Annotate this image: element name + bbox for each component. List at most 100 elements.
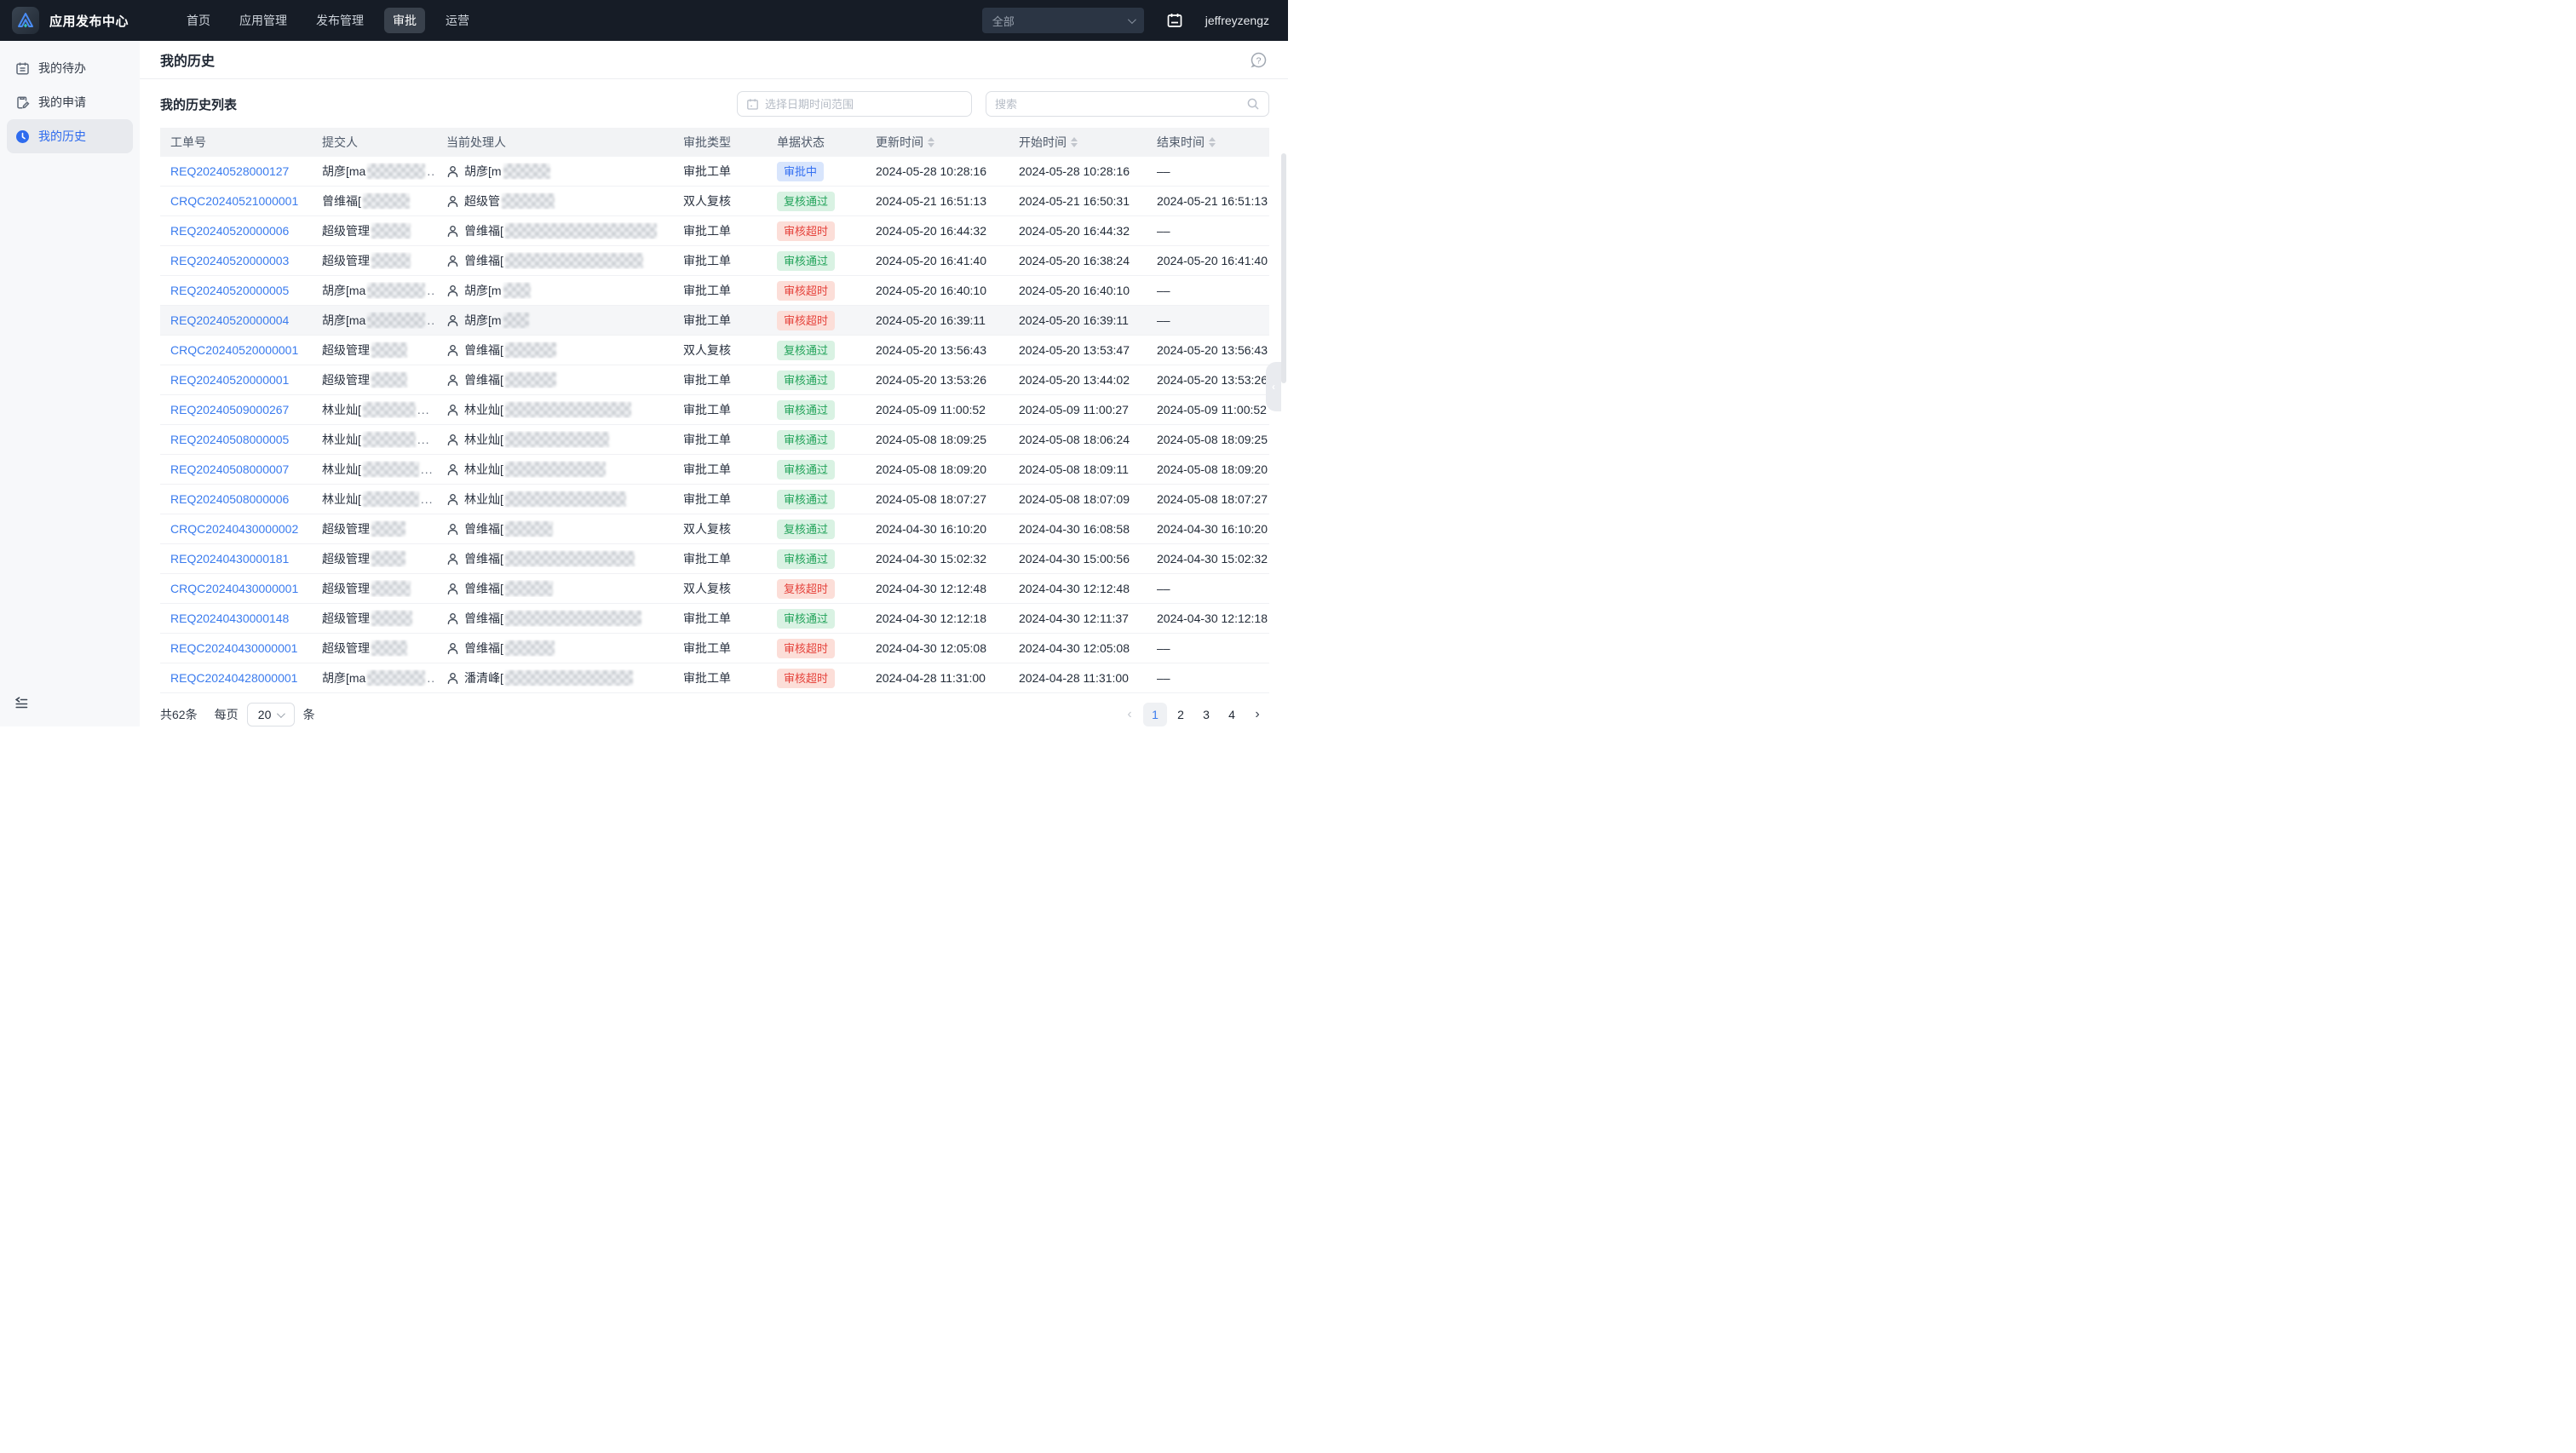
submitter-name: 胡彦[ma — [322, 163, 365, 180]
handler-name: 潘清峰[ — [464, 669, 503, 686]
cell-updated-time: 2024-05-21 16:51:13 — [865, 194, 1009, 208]
app-window: 应用发布中心 首页应用管理发布管理审批运营 全部 jeffreyzengz — [0, 0, 1288, 726]
order-link[interactable]: CRQC20240520000001 — [170, 343, 298, 357]
nav-item-1[interactable]: 应用管理 — [231, 8, 296, 33]
table-row[interactable]: CRQC20240521000001 曾维福[ 超级管 双人复核 复核通过 20… — [160, 187, 1269, 216]
sidebar-item-applications[interactable]: 我的申请 — [7, 85, 133, 119]
scope-select[interactable]: 全部 — [982, 8, 1144, 33]
table-row[interactable]: REQC20240430000001 超级管理 曾维福[ 审批工单 审核超时 2… — [160, 634, 1269, 663]
status-badge: 审核超时 — [777, 311, 835, 330]
handler-name: 胡彦[m — [464, 312, 502, 329]
table-row[interactable]: REQ20240520000004 胡彦[ma.. 胡彦[m 审批工单 审核超时… — [160, 306, 1269, 336]
table-row[interactable]: REQ20240509000267 林业灿[... 林业灿[ 审批工单 审核通过… — [160, 395, 1269, 425]
table-row[interactable]: REQ20240520000003 超级管理 曾维福[ 审批工单 审核通过 20… — [160, 246, 1269, 276]
order-link[interactable]: REQ20240520000001 — [170, 373, 289, 387]
user-icon — [446, 523, 459, 536]
handler-name: 胡彦[m — [464, 282, 502, 299]
redacted-text — [371, 223, 411, 238]
collapse-sidebar-icon[interactable] — [14, 695, 29, 715]
order-link[interactable]: REQC20240430000001 — [170, 641, 297, 655]
order-link[interactable]: REQ20240520000004 — [170, 313, 289, 327]
search-input[interactable] — [995, 98, 1246, 111]
nav-item-2[interactable]: 发布管理 — [308, 8, 372, 33]
sort-icon[interactable] — [928, 137, 934, 147]
next-page-button[interactable]: › — [1245, 703, 1269, 726]
search-icon[interactable] — [1246, 97, 1260, 111]
redacted-text — [505, 640, 555, 656]
ellipsis: .. — [427, 164, 435, 178]
order-link[interactable]: REQ20240528000127 — [170, 164, 289, 178]
cell-submitter: 林业灿[... — [312, 401, 436, 418]
order-link[interactable]: REQ20240520000005 — [170, 284, 289, 297]
sidebar-item-history[interactable]: 我的历史 — [7, 119, 133, 153]
page-button-3[interactable]: 3 — [1194, 703, 1218, 726]
date-range-picker[interactable] — [737, 91, 972, 117]
order-link[interactable]: REQ20240520000003 — [170, 254, 289, 267]
redacted-text — [363, 193, 410, 209]
order-link[interactable]: REQ20240508000006 — [170, 492, 289, 506]
help-icon[interactable]: ? — [1250, 51, 1268, 69]
per-page-label: 每页 — [215, 706, 239, 723]
status-badge: 复核通过 — [777, 520, 835, 539]
table-row[interactable]: REQ20240508000006 林业灿[... 林业灿[ 审批工单 审核通过… — [160, 485, 1269, 514]
order-link[interactable]: REQ20240520000006 — [170, 224, 289, 238]
table-row[interactable]: REQ20240520000006 超级管理 曾维福[ 审批工单 审核超时 20… — [160, 216, 1269, 246]
sort-icon[interactable] — [1209, 137, 1216, 147]
sort-icon[interactable] — [1071, 137, 1078, 147]
table-row[interactable]: REQ20240430000181 超级管理 曾维福[ 审批工单 审核通过 20… — [160, 544, 1269, 574]
order-link[interactable]: REQ20240430000181 — [170, 552, 289, 566]
order-link[interactable]: REQC20240428000001 — [170, 671, 297, 685]
cell-status: 审核通过 — [767, 549, 865, 569]
table-row[interactable]: CRQC20240520000001 超级管理 曾维福[ 双人复核 复核通过 2… — [160, 336, 1269, 365]
calendar-todo-icon — [15, 61, 30, 76]
user-icon — [446, 642, 459, 655]
order-link[interactable]: CRQC20240430000001 — [170, 582, 298, 595]
table-row[interactable]: REQ20240508000005 林业灿[... 林业灿[ 审批工单 审核通过… — [160, 425, 1269, 455]
order-link[interactable]: REQ20240508000007 — [170, 462, 289, 476]
status-badge: 审核通过 — [777, 490, 835, 509]
order-link[interactable]: CRQC20240430000002 — [170, 522, 298, 536]
order-link[interactable]: REQ20240509000267 — [170, 403, 289, 416]
nav-item-3[interactable]: 审批 — [384, 8, 425, 33]
table-row[interactable]: REQC20240428000001 胡彦[ma.. 潘清峰[ 审批工单 审核超… — [160, 663, 1269, 693]
table-body: REQ20240528000127 胡彦[ma.. 胡彦[m 审批工单 审批中 … — [160, 157, 1269, 693]
redacted-text — [367, 313, 425, 328]
vertical-scrollbar[interactable] — [1281, 153, 1286, 383]
table-header-row: 工单号提交人当前处理人审批类型单据状态更新时间开始时间结束时间 — [160, 128, 1269, 157]
order-link[interactable]: CRQC20240521000001 — [170, 194, 298, 208]
cell-order-no: CRQC20240520000001 — [160, 343, 312, 357]
username[interactable]: jeffreyzengz — [1205, 14, 1269, 27]
cell-submitter: 曾维福[ — [312, 192, 436, 210]
cell-handler: 曾维福[ — [436, 342, 673, 359]
date-range-input[interactable] — [765, 98, 963, 111]
cell-order-no: REQ20240508000007 — [160, 462, 312, 476]
handler-name: 曾维福[ — [464, 252, 503, 269]
nav-item-0[interactable]: 首页 — [178, 8, 219, 33]
column-header-2: 当前处理人 — [436, 134, 673, 151]
page-size-select[interactable]: 20 — [247, 703, 295, 726]
order-link[interactable]: REQ20240508000005 — [170, 433, 289, 446]
table-row[interactable]: REQ20240430000148 超级管理 曾维福[ 审批工单 审核通过 20… — [160, 604, 1269, 634]
table-row[interactable]: REQ20240528000127 胡彦[ma.. 胡彦[m 审批工单 审批中 … — [160, 157, 1269, 187]
redacted-text — [505, 611, 641, 626]
page-button-4[interactable]: 4 — [1220, 703, 1244, 726]
nav-item-4[interactable]: 运营 — [437, 8, 478, 33]
sidebar-item-todo[interactable]: 我的待办 — [7, 51, 133, 85]
order-link[interactable]: REQ20240430000148 — [170, 612, 289, 625]
prev-page-button[interactable]: ‹ — [1118, 703, 1141, 726]
table-row[interactable]: CRQC20240430000002 超级管理 曾维福[ 双人复核 复核通过 2… — [160, 514, 1269, 544]
page-buttons: ‹ 1234 › — [1118, 703, 1269, 726]
table-row[interactable]: REQ20240520000001 超级管理 曾维福[ 审批工单 审核通过 20… — [160, 365, 1269, 395]
table-row[interactable]: CRQC20240430000001 超级管理 曾维福[ 双人复核 复核超时 2… — [160, 574, 1269, 604]
ellipsis: ... — [421, 462, 434, 476]
ellipsis: ... — [417, 403, 430, 416]
page-button-2[interactable]: 2 — [1169, 703, 1193, 726]
search-box[interactable] — [986, 91, 1269, 117]
cell-start-time: 2024-05-09 11:00:27 — [1009, 403, 1147, 416]
side-drawer-handle[interactable]: ‹ — [1266, 362, 1281, 411]
page-button-1[interactable]: 1 — [1143, 703, 1167, 726]
calendar-icon[interactable] — [1166, 12, 1183, 29]
user-icon — [446, 672, 459, 685]
table-row[interactable]: REQ20240520000005 胡彦[ma.. 胡彦[m 审批工单 审核超时… — [160, 276, 1269, 306]
table-row[interactable]: REQ20240508000007 林业灿[... 林业灿[ 审批工单 审核通过… — [160, 455, 1269, 485]
